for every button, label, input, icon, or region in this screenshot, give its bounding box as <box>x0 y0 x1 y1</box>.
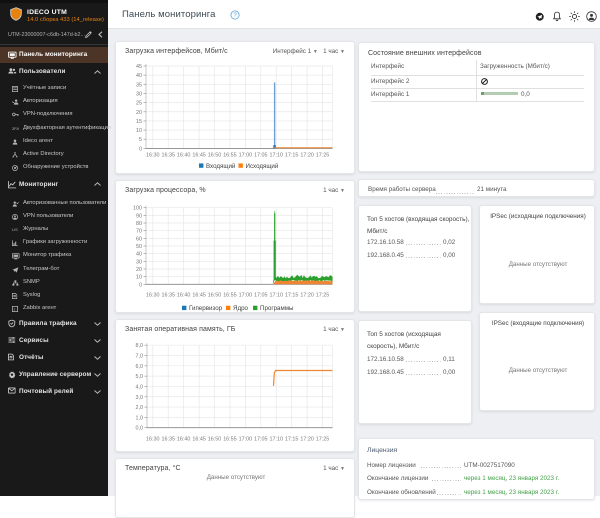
svg-text:40: 40 <box>136 73 142 79</box>
svg-text:16:45: 16:45 <box>192 153 206 159</box>
svg-text:16:40: 16:40 <box>177 437 191 443</box>
svg-text:17:25: 17:25 <box>316 153 330 159</box>
svg-text:17:20: 17:20 <box>300 293 314 299</box>
svg-text:50: 50 <box>136 244 142 250</box>
svg-text:17:10: 17:10 <box>269 153 283 159</box>
svg-text:10: 10 <box>136 128 142 134</box>
svg-text:17:05: 17:05 <box>254 437 268 443</box>
svg-text:16:40: 16:40 <box>177 293 191 299</box>
svg-text:Ядро: Ядро <box>233 305 249 312</box>
svg-text:17:05: 17:05 <box>254 293 268 299</box>
svg-text:70: 70 <box>136 229 142 235</box>
svg-text:5: 5 <box>139 137 142 143</box>
svg-text:40: 40 <box>136 252 142 258</box>
svg-text:16:55: 16:55 <box>223 437 237 443</box>
svg-text:17:15: 17:15 <box>285 437 299 443</box>
svg-text:25: 25 <box>136 101 142 107</box>
svg-text:80: 80 <box>136 221 142 227</box>
svg-text:LIS: LIS <box>12 228 18 232</box>
svg-text:17:00: 17:00 <box>239 437 253 443</box>
svg-text:30: 30 <box>136 259 142 265</box>
svg-text:17:20: 17:20 <box>300 153 314 159</box>
svg-text:7,0: 7,0 <box>136 354 144 360</box>
svg-text:17:05: 17:05 <box>254 153 268 159</box>
svg-text:16:45: 16:45 <box>192 437 206 443</box>
svg-text:16:35: 16:35 <box>161 437 175 443</box>
svg-text:45: 45 <box>136 64 142 70</box>
svg-text:16:35: 16:35 <box>161 153 175 159</box>
svg-text:0: 0 <box>139 146 142 152</box>
svg-text:16:50: 16:50 <box>208 437 222 443</box>
svg-text:3,0: 3,0 <box>136 395 144 401</box>
svg-text:17:10: 17:10 <box>269 293 283 299</box>
svg-text:1,0: 1,0 <box>136 415 144 421</box>
svg-text:16:50: 16:50 <box>208 293 222 299</box>
svg-text:17:00: 17:00 <box>239 153 253 159</box>
svg-text:17:25: 17:25 <box>316 293 330 299</box>
svg-text:20: 20 <box>136 110 142 116</box>
svg-text:16:40: 16:40 <box>177 153 191 159</box>
svg-text:8,0: 8,0 <box>136 343 144 349</box>
svg-text:16:30: 16:30 <box>146 153 160 159</box>
svg-text:5,0: 5,0 <box>136 374 144 380</box>
svg-text:17:15: 17:15 <box>285 153 299 159</box>
svg-text:0: 0 <box>139 282 142 288</box>
svg-text:2,0: 2,0 <box>136 405 144 411</box>
svg-text:16:45: 16:45 <box>192 293 206 299</box>
svg-text:15: 15 <box>136 119 142 125</box>
svg-text:6,0: 6,0 <box>136 364 144 370</box>
svg-text:35: 35 <box>136 82 142 88</box>
svg-text:17:15: 17:15 <box>285 293 299 299</box>
svg-text:17:20: 17:20 <box>300 437 314 443</box>
svg-text:90: 90 <box>136 213 142 219</box>
svg-text:17:10: 17:10 <box>269 437 283 443</box>
svg-text:16:55: 16:55 <box>223 153 237 159</box>
svg-text:4,0: 4,0 <box>136 384 144 390</box>
svg-text:20: 20 <box>136 267 142 273</box>
svg-text:16:35: 16:35 <box>161 293 175 299</box>
svg-text:100: 100 <box>133 206 142 212</box>
svg-text:Программы: Программы <box>260 305 294 312</box>
svg-text:16:50: 16:50 <box>208 153 222 159</box>
svg-text:Гипервизор: Гипервизор <box>189 305 223 312</box>
svg-text:2FA: 2FA <box>12 126 19 131</box>
svg-text:30: 30 <box>136 91 142 97</box>
svg-text:16:55: 16:55 <box>223 293 237 299</box>
svg-text:Входящий: Входящий <box>206 163 236 170</box>
svg-text:17:25: 17:25 <box>316 437 330 443</box>
svg-text:Исходящий: Исходящий <box>246 163 279 170</box>
svg-text:0,0: 0,0 <box>136 426 144 432</box>
svg-text:16:30: 16:30 <box>146 293 160 299</box>
svg-text:10: 10 <box>136 275 142 281</box>
svg-text:60: 60 <box>136 236 142 242</box>
svg-text:z: z <box>14 307 16 312</box>
svg-text:17:00: 17:00 <box>239 293 253 299</box>
svg-text:16:30: 16:30 <box>146 437 160 443</box>
